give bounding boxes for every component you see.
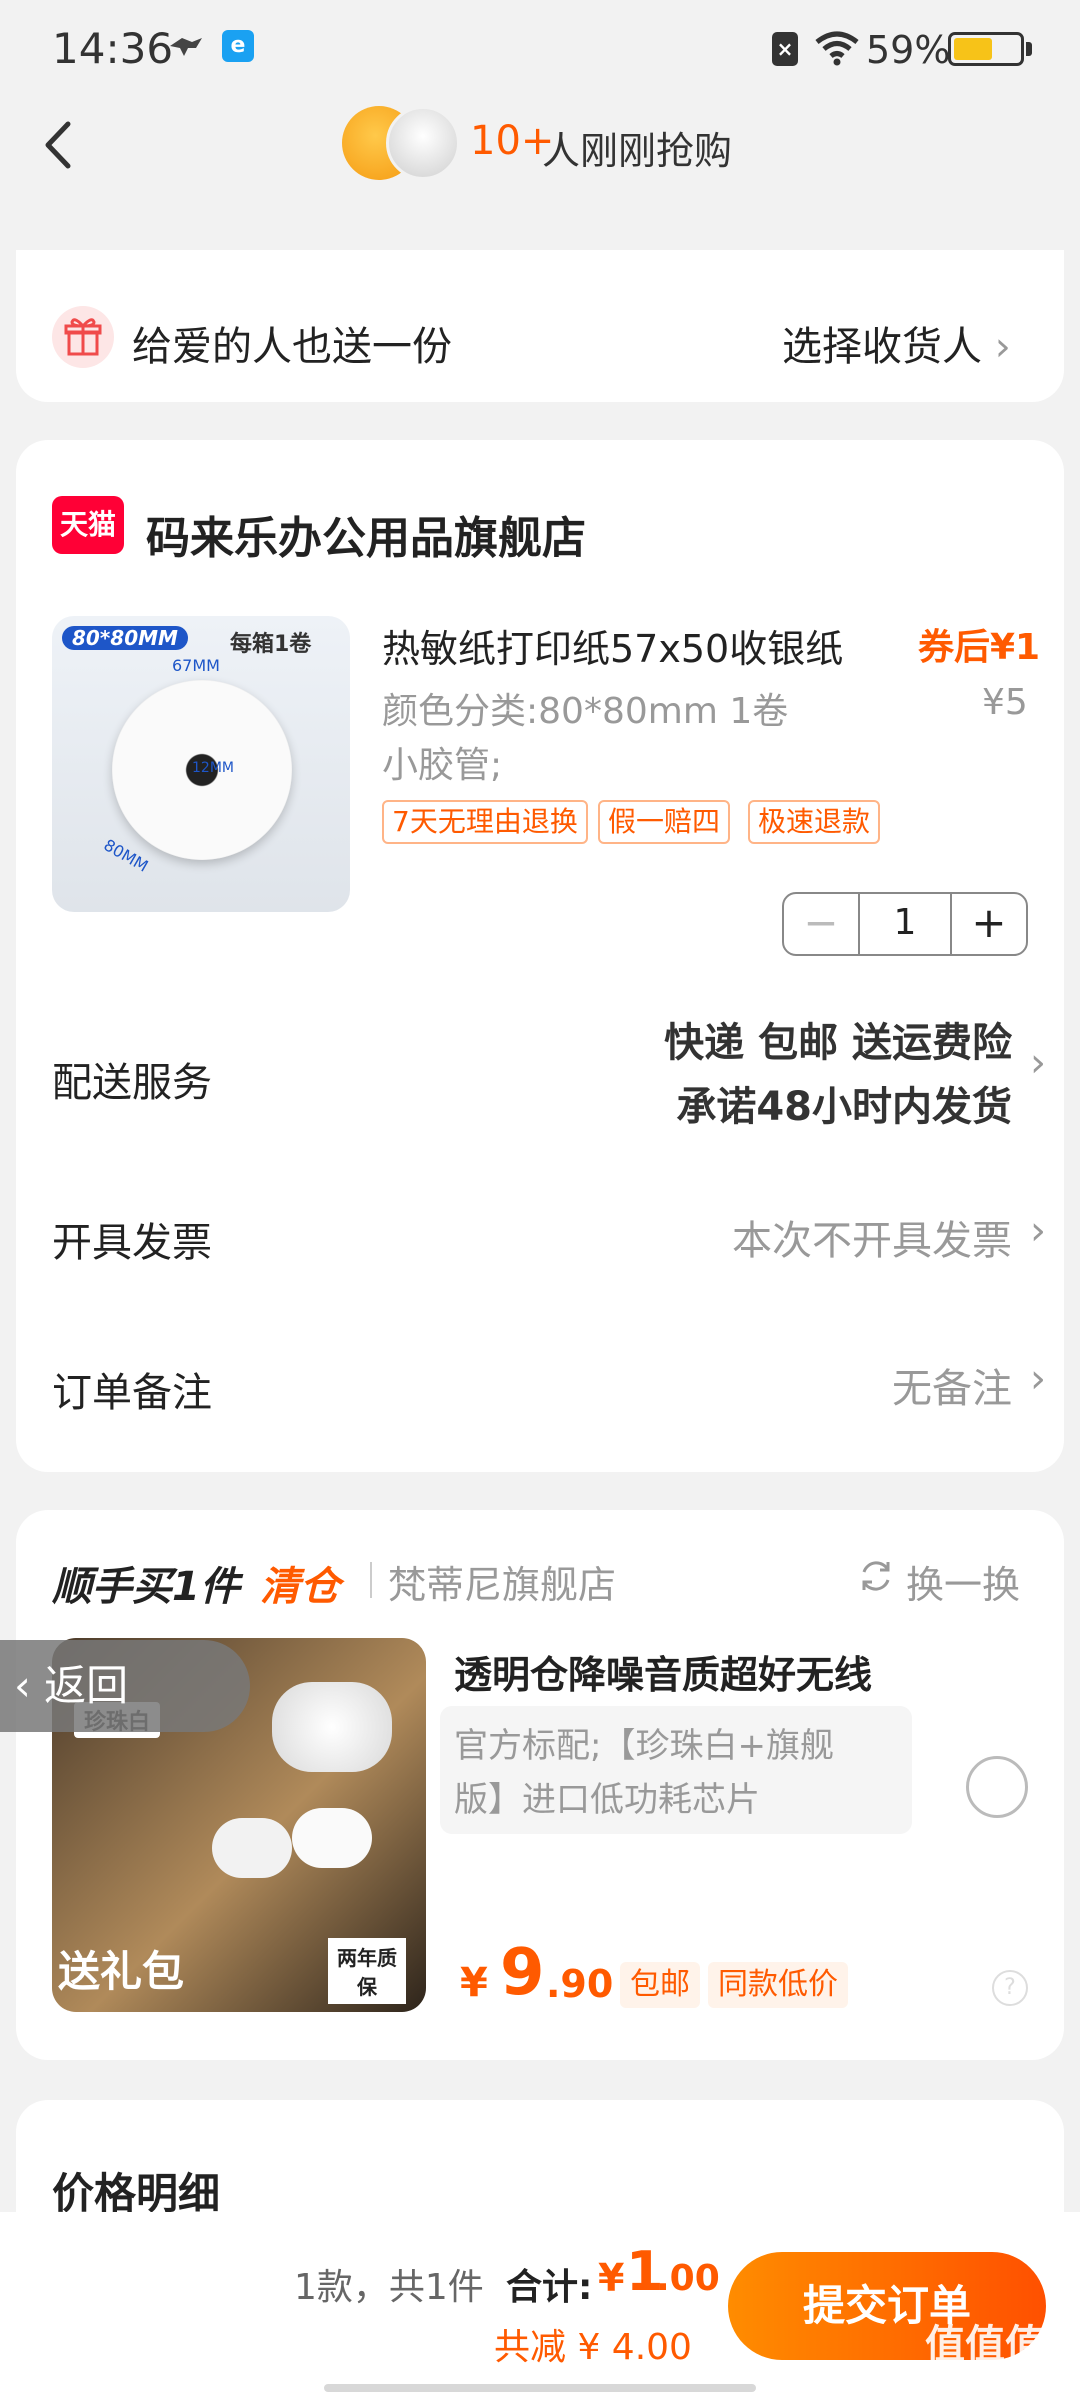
- price-after-coupon: 券后¥1: [918, 627, 1041, 668]
- chevron-right-icon: ›: [994, 324, 1011, 370]
- delivery-label: 配送服务: [52, 1060, 212, 1106]
- floating-back-label: 返回: [44, 1661, 129, 1710]
- addon-price-decimal: .90: [546, 1962, 614, 2006]
- increase-button[interactable]: +: [952, 894, 1026, 954]
- total-symbol: ¥: [598, 2256, 625, 2300]
- product-spec-cont[interactable]: 小胶管;: [382, 736, 502, 788]
- choose-recipient-label: 选择收货人: [782, 324, 982, 370]
- product-image-diameter-label: 80MM: [100, 835, 152, 876]
- product-spec[interactable]: 颜色分类:80*80mm 1卷: [382, 682, 788, 734]
- delivery-row[interactable]: 快递 包邮 送运费险 承诺48小时内发货 ›: [560, 1010, 1060, 1130]
- delivery-line1: 快递 包邮 送运费险: [664, 1020, 1012, 1066]
- chevron-right-icon: ›: [1030, 1208, 1046, 1254]
- status-time: 14:36: [52, 24, 174, 73]
- quantity-value[interactable]: 1: [858, 894, 952, 954]
- battery-fill: [954, 38, 992, 60]
- addon-select-radio[interactable]: [966, 1756, 1028, 1818]
- chevron-right-icon: ›: [1030, 1040, 1046, 1086]
- discount-total[interactable]: 共减 ¥ 4.00: [494, 2318, 692, 2370]
- service-tag: 假一赔四: [598, 800, 731, 844]
- gift-text: 给爱的人也送一份: [132, 324, 452, 370]
- chevron-right-icon: ›: [1030, 1356, 1046, 1402]
- battery-percent: 59%: [866, 28, 951, 72]
- floating-back-button[interactable]: ‹ 返回: [0, 1640, 250, 1732]
- product-image-width-label: 67MM: [172, 656, 220, 675]
- invoice-label: 开具发票: [52, 1220, 212, 1266]
- addon-price-symbol: ¥: [460, 1960, 488, 2006]
- service-tag: 极速退款: [748, 800, 881, 844]
- product-image-core-label: 12MM: [192, 760, 234, 776]
- addon-image-warranty-label: 两年质保: [328, 1938, 406, 2004]
- order-card: [16, 440, 1064, 1472]
- invoice-row[interactable]: 本次不开具发票 ›: [600, 1208, 1060, 1268]
- note-value: 无备注: [892, 1366, 1012, 1412]
- notification-icon: [170, 38, 202, 56]
- sim-icon: ×: [772, 32, 798, 66]
- addon-tag: 同款低价: [708, 1962, 848, 2008]
- choose-recipient-link[interactable]: 选择收货人 ›: [782, 314, 1011, 372]
- gift-icon: [52, 306, 114, 368]
- addon-image-gift-label: 送礼包: [58, 1947, 185, 1996]
- product-image-box-label: 每箱1卷: [230, 632, 312, 657]
- product-image[interactable]: 80*80MM 每箱1卷 67MM 12MM 80MM: [52, 616, 350, 912]
- addon-price-int: 9: [500, 1936, 545, 2010]
- note-label: 订单备注: [52, 1370, 212, 1416]
- clearance-label: 清仓: [260, 1564, 340, 1610]
- divider: [370, 1562, 372, 1598]
- item-count: 1款，共1件: [294, 2267, 484, 2308]
- app-notification-icon: e: [222, 30, 254, 62]
- status-bar: 14:36 e × 59%: [0, 0, 1080, 95]
- earbud-graphic: [212, 1818, 292, 1878]
- invoice-value: 本次不开具发票: [732, 1218, 1012, 1264]
- product-title[interactable]: 热敏纸打印纸57x50收银纸: [382, 618, 843, 673]
- addon-spec-cont: 版】进口低功耗芯片: [454, 1780, 760, 1820]
- home-indicator[interactable]: [324, 2384, 756, 2392]
- shop-name[interactable]: 码来乐办公用品旗舰店: [146, 502, 586, 566]
- total-label: 合计:: [506, 2267, 593, 2308]
- avatar: [386, 106, 460, 180]
- refresh-icon[interactable]: [856, 1556, 896, 1596]
- tmall-badge: 天猫: [52, 496, 124, 554]
- service-tag: 7天无理由退换: [382, 800, 588, 844]
- product-image-size-label: 80*80MM: [62, 626, 188, 650]
- original-price: ¥5: [982, 682, 1028, 723]
- battery-cap: [1026, 42, 1032, 56]
- buyer-avatars: [342, 106, 462, 182]
- back-button[interactable]: [32, 110, 82, 180]
- decrease-button[interactable]: −: [784, 894, 858, 954]
- addon-spec: 官方标配;【珍珠白+旗舰: [454, 1726, 834, 1766]
- note-row[interactable]: 无备注 ›: [760, 1356, 1060, 1416]
- watermark: 值值值: [925, 2322, 1045, 2368]
- wifi-icon: [815, 31, 859, 66]
- total-decimal: .00: [656, 2258, 720, 2299]
- earbud-graphic: [292, 1808, 372, 1868]
- rush-text: 人刚刚抢购: [542, 129, 733, 173]
- delivery-line2: 承诺48小时内发货: [676, 1084, 1012, 1130]
- addon-title: 顺手买1件: [52, 1564, 240, 1610]
- addon-shop-name[interactable]: 梵蒂尼旗舰店: [388, 1554, 616, 1609]
- battery-icon: [948, 32, 1024, 66]
- quantity-stepper: − 1 +: [782, 892, 1028, 956]
- swap-button[interactable]: 换一换: [906, 1554, 1020, 1609]
- earbuds-case-graphic: [272, 1682, 392, 1772]
- addon-tag: 包邮: [620, 1962, 700, 2008]
- addon-product-name[interactable]: 透明仓降噪音质超好无线: [454, 1644, 872, 1699]
- help-icon[interactable]: ?: [992, 1970, 1028, 2006]
